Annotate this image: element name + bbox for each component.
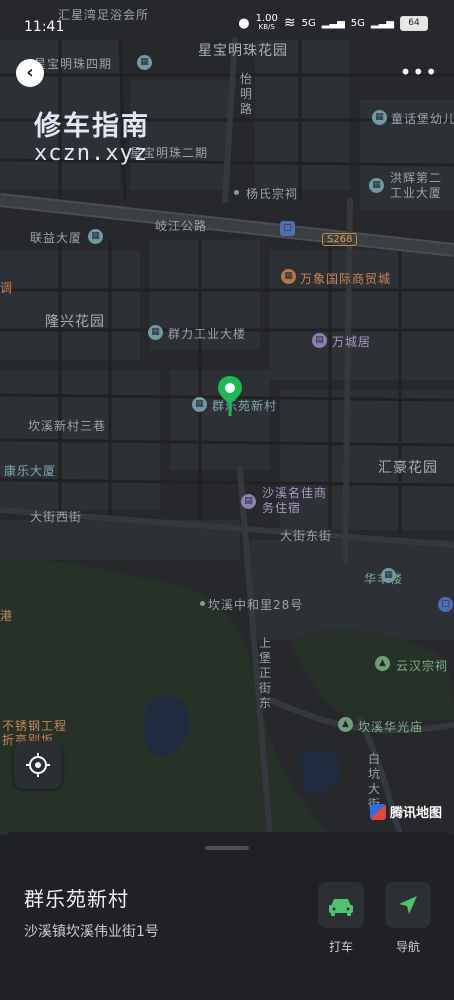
building-icon: ▦ bbox=[369, 178, 384, 193]
map-label: 沙溪名佳商务住宿 bbox=[262, 486, 328, 515]
map-view[interactable]: 汇星湾足浴会所 星宝明珠四期 ▦ 星宝明珠花园 怡明路 星宝明珠二期 杨氏宗祠 … bbox=[0, 0, 454, 835]
bus-icon: ▢ bbox=[438, 597, 453, 612]
signal-5g-icon: 5G bbox=[350, 17, 365, 29]
hotel-icon: ▤ bbox=[241, 494, 256, 509]
map-label: 调 bbox=[0, 281, 14, 295]
building-icon: ▦ bbox=[192, 397, 207, 412]
map-label: 云汉宗祠 bbox=[396, 659, 449, 673]
highway-shield: S268 bbox=[322, 233, 358, 246]
building-icon: ▦ bbox=[137, 55, 152, 70]
watermark-url: xczn.xyz bbox=[34, 141, 148, 166]
crosshair-icon bbox=[26, 753, 50, 777]
map-label: 杨氏宗祠 bbox=[246, 187, 299, 201]
temple-icon: ▲ bbox=[338, 717, 353, 732]
status-icons: ● 1.00 KB/S ≋ 5G ▂▃▅ 5G ▂▃▅ 64 bbox=[238, 14, 428, 32]
chevron-left-icon: ‹ bbox=[26, 62, 34, 83]
road-label: 大街东街 bbox=[280, 529, 333, 543]
map-label-vertical: 怡明路 bbox=[239, 72, 252, 116]
map-label: 星宝明珠花园 bbox=[198, 43, 288, 59]
building-icon: ▦ bbox=[88, 229, 103, 244]
status-time: 11:41 bbox=[24, 19, 65, 35]
road-label: 大街西街 bbox=[30, 510, 83, 524]
map-label: 汇豪花园 bbox=[378, 460, 438, 476]
map-label: 康乐大厦 bbox=[4, 464, 57, 478]
navigate-button[interactable] bbox=[385, 882, 431, 928]
map-label: 群力工业大楼 bbox=[168, 327, 247, 341]
watermark: 修车指南 xczn.xyz bbox=[34, 104, 150, 166]
poi-dot bbox=[234, 190, 239, 195]
map-label: 洪辉第二工业大厦 bbox=[390, 171, 443, 200]
map-label: 童话堡幼儿 bbox=[391, 112, 454, 126]
more-button[interactable]: ••• bbox=[400, 62, 438, 82]
map-label: 星宝明珠四期 bbox=[34, 57, 113, 71]
school-icon: ▦ bbox=[372, 110, 387, 125]
shopping-icon: ▦ bbox=[281, 269, 296, 284]
map-label: 隆兴花园 bbox=[45, 314, 105, 330]
back-button[interactable]: ‹ bbox=[16, 59, 44, 87]
map-label: 坎溪中和里28号 bbox=[208, 598, 304, 612]
map-label: 坎溪新村三巷 bbox=[28, 419, 107, 433]
more-dots-icon: ••• bbox=[399, 60, 438, 84]
navigate-icon bbox=[399, 896, 417, 914]
navigate-label: 导航 bbox=[395, 940, 420, 954]
battery-icon: 64 bbox=[400, 15, 428, 31]
road-label-vertical: 上堡正街东 bbox=[258, 636, 271, 710]
map-label: 联益大厦 bbox=[30, 231, 83, 245]
map-label: 坎溪华光庙 bbox=[358, 720, 424, 734]
signal-5g-icon: 5G bbox=[301, 17, 316, 29]
map-label: 万象国际商贸城 bbox=[300, 272, 392, 286]
building-icon: ▦ bbox=[148, 325, 163, 340]
net-speed: 1.00 KB/S bbox=[255, 13, 278, 32]
place-address: 沙溪镇坎溪伟业街1号 bbox=[24, 924, 159, 940]
map-provider-logo: 腾讯地图 bbox=[369, 802, 442, 821]
bus-stop-icon: ▢ bbox=[280, 221, 295, 236]
map-label: 港 bbox=[0, 609, 14, 623]
place-name: 群乐苑新村 bbox=[24, 887, 129, 911]
wifi-icon: ≋ bbox=[283, 15, 296, 31]
temple-icon: ▲ bbox=[375, 656, 390, 671]
taxi-button[interactable] bbox=[318, 882, 364, 928]
map-label: 万城居 bbox=[332, 335, 372, 349]
building-icon: ▦ bbox=[381, 568, 396, 583]
locate-me-button[interactable] bbox=[14, 741, 62, 789]
poi-dot bbox=[200, 601, 205, 606]
status-bar: 11:41 ● 1.00 KB/S ≋ 5G ▂▃▅ 5G ▂▃▅ 64 bbox=[0, 0, 454, 40]
drag-handle[interactable] bbox=[205, 846, 249, 850]
location-status-icon: ● bbox=[238, 15, 250, 31]
watermark-title: 修车指南 bbox=[34, 111, 150, 142]
map-provider-label: 腾讯地图 bbox=[389, 806, 442, 821]
signal-bars-icon: ▂▃▅ bbox=[321, 17, 345, 29]
signal-bars-icon: ▂▃▅ bbox=[370, 17, 394, 29]
taxi-label: 打车 bbox=[328, 940, 353, 954]
location-pin-icon bbox=[218, 376, 242, 416]
place-detail-sheet: 群乐苑新村 沙溪镇坎溪伟业街1号 打车 导航 bbox=[0, 832, 454, 1000]
tencent-map-logo-icon bbox=[369, 803, 386, 820]
road-label: 岐江公路 bbox=[155, 219, 208, 233]
hotel-icon: ▤ bbox=[312, 333, 327, 348]
car-icon bbox=[329, 899, 353, 916]
